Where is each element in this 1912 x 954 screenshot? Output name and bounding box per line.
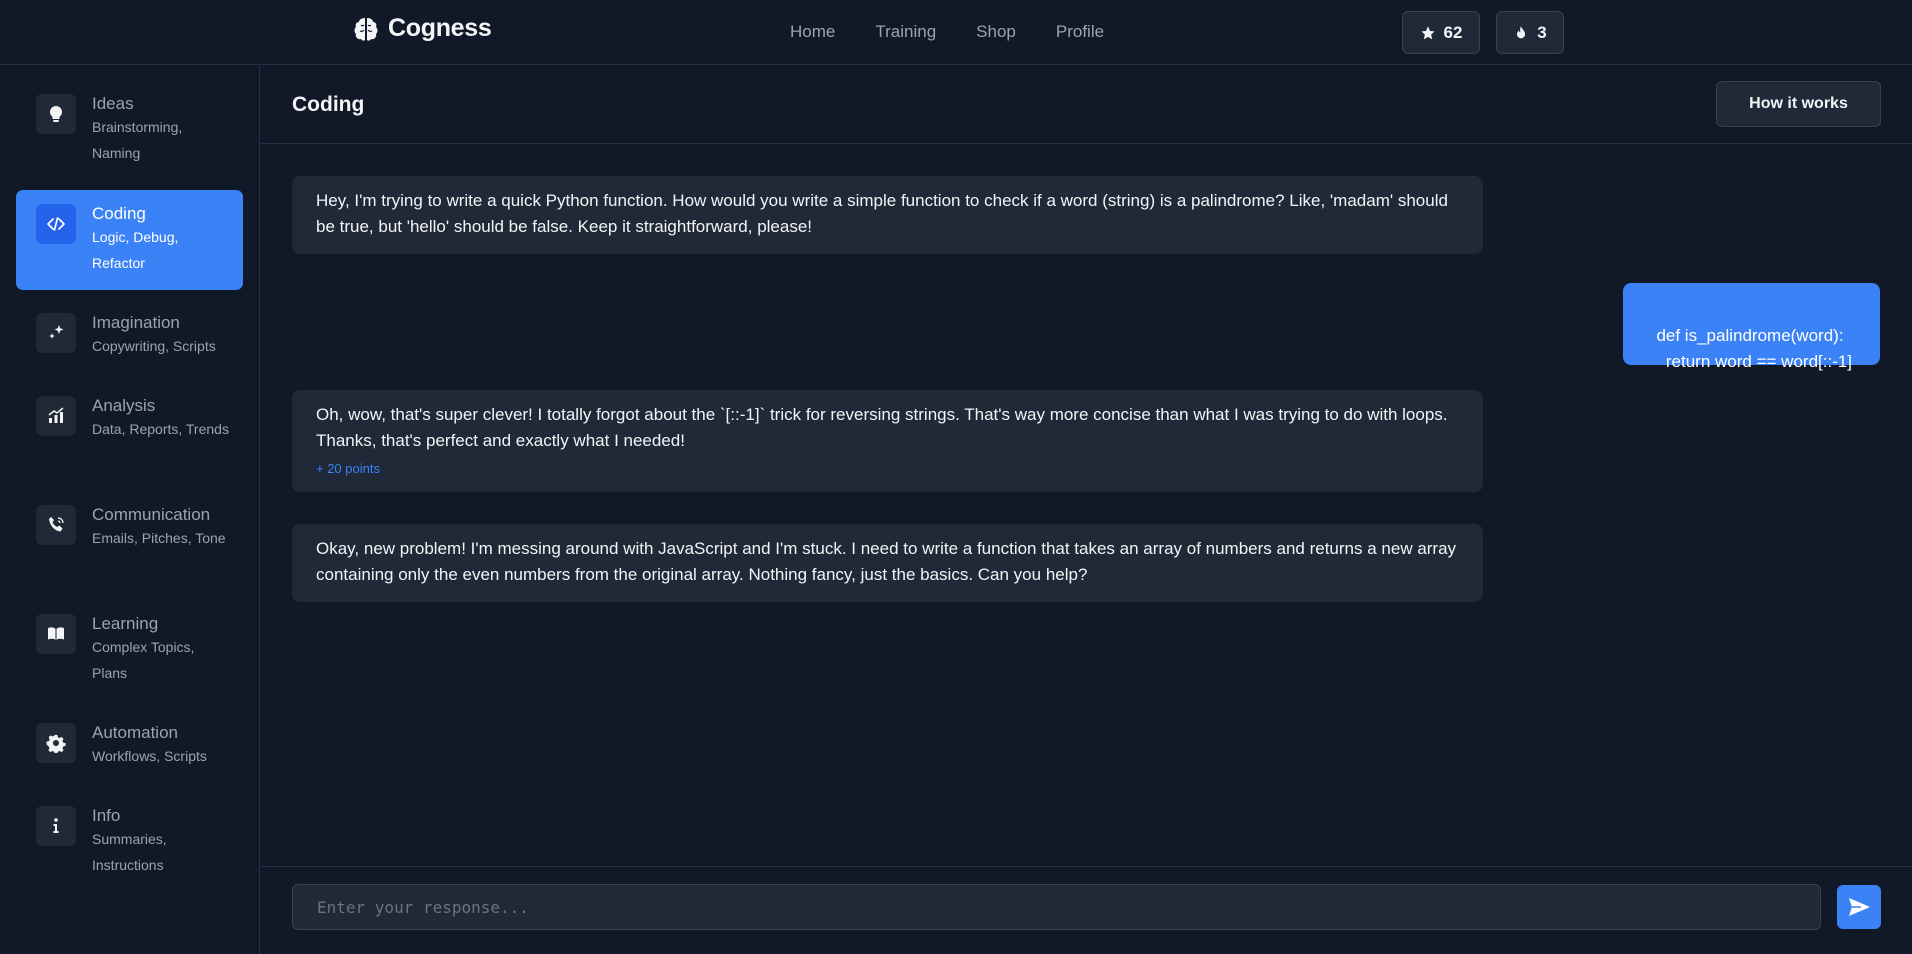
streak-count: 3 [1537,22,1547,42]
message-text: def is_palindrome(word): return word == … [1656,326,1853,371]
sidebar-item-subtitle: Data, Reports, Trends [92,421,229,437]
nav-profile[interactable]: Profile [1056,22,1104,42]
points-earned-label: + 20 points [316,461,380,476]
sidebar-item-title: Automation [92,723,178,742]
book-icon [36,614,76,654]
sidebar-item-automation[interactable]: Automation Workflows, Scripts [16,709,243,785]
info-icon [36,806,76,846]
sidebar-item-learning[interactable]: Learning Complex Topics, Plans [16,600,243,688]
sidebar-item-coding[interactable]: Coding Logic, Debug, Refactor [16,190,243,290]
sidebar-item-subtitle: Complex Topics, Plans [92,639,195,681]
chat-header: Coding How it works [261,66,1912,144]
user-message: def is_palindrome(word): return word == … [1623,283,1880,371]
sidebar-item-analysis[interactable]: Analysis Data, Reports, Trends [16,382,243,470]
sparkles-icon [36,313,76,353]
chat-message: Oh, wow, that's super clever! I totally … [292,390,1483,492]
message-text: Hey, I'm trying to write a quick Python … [316,191,1448,236]
sidebar-item-imagination[interactable]: Imagination Copywriting, Scripts [16,299,243,375]
chat-message: Hey, I'm trying to write a quick Python … [292,176,1483,254]
sidebar-item-subtitle: Copywriting, Scripts [92,338,216,354]
send-button[interactable] [1837,885,1881,929]
sidebar-item-title: Learning [92,614,159,633]
sidebar-item-ideas[interactable]: Ideas Brainstorming, Naming [16,80,243,168]
nav-home[interactable]: Home [790,22,835,42]
sidebar-item-title: Communication [92,505,211,524]
sidebar-item-subtitle: Brainstorming, Naming [92,119,183,161]
sidebar-item-subtitle: Emails, Pitches, Tone [92,530,226,546]
lightbulb-icon [36,94,76,134]
nav-shop[interactable]: Shop [976,22,1016,42]
brand[interactable]: Cogness [352,14,492,43]
star-icon [1420,25,1435,39]
sidebar-item-info[interactable]: Info Summaries, Instructions [16,792,243,880]
response-input[interactable] [292,884,1821,930]
points-count: 62 [1443,22,1463,42]
nav-training[interactable]: Training [875,22,936,42]
main-nav: Home Training Shop Profile [790,22,1104,42]
send-icon [1849,898,1870,916]
points-badge[interactable]: 62 [1402,11,1480,54]
code-icon [36,204,76,244]
brand-name: Cogness [388,14,492,42]
flame-icon [1517,25,1526,38]
sidebar-item-subtitle: Logic, Debug, Refactor [92,229,179,271]
how-it-works-button[interactable]: How it works [1716,81,1881,127]
composer [261,866,1912,954]
sidebar-item-title: Info [92,806,121,825]
sidebar-item-communication[interactable]: Communication Emails, Pitches, Tone [16,491,243,579]
brain-icon [354,17,378,41]
sidebar-item-subtitle: Workflows, Scripts [92,748,207,764]
message-text: Oh, wow, that's super clever! I totally … [316,405,1448,450]
category-sidebar: Ideas Brainstorming, Naming Coding Logic, … [0,66,260,954]
phone-icon [36,505,76,545]
sidebar-item-title: Ideas [92,94,134,113]
streak-badge[interactable]: 3 [1496,11,1564,54]
sidebar-item-title: Analysis [92,396,156,415]
sidebar-item-title: Coding [92,204,146,223]
sidebar-item-title: Imagination [92,313,180,332]
top-header: Cogness Home Training Shop Profile 62 3 [0,0,1912,65]
message-text: Okay, new problem! I'm messing around wi… [316,539,1457,584]
page-title: Coding [292,93,365,116]
chart-icon [36,396,76,436]
chat-message: Okay, new problem! I'm messing around wi… [292,524,1483,602]
gear-icon [36,723,76,763]
sidebar-item-subtitle: Summaries, Instructions [92,831,167,873]
